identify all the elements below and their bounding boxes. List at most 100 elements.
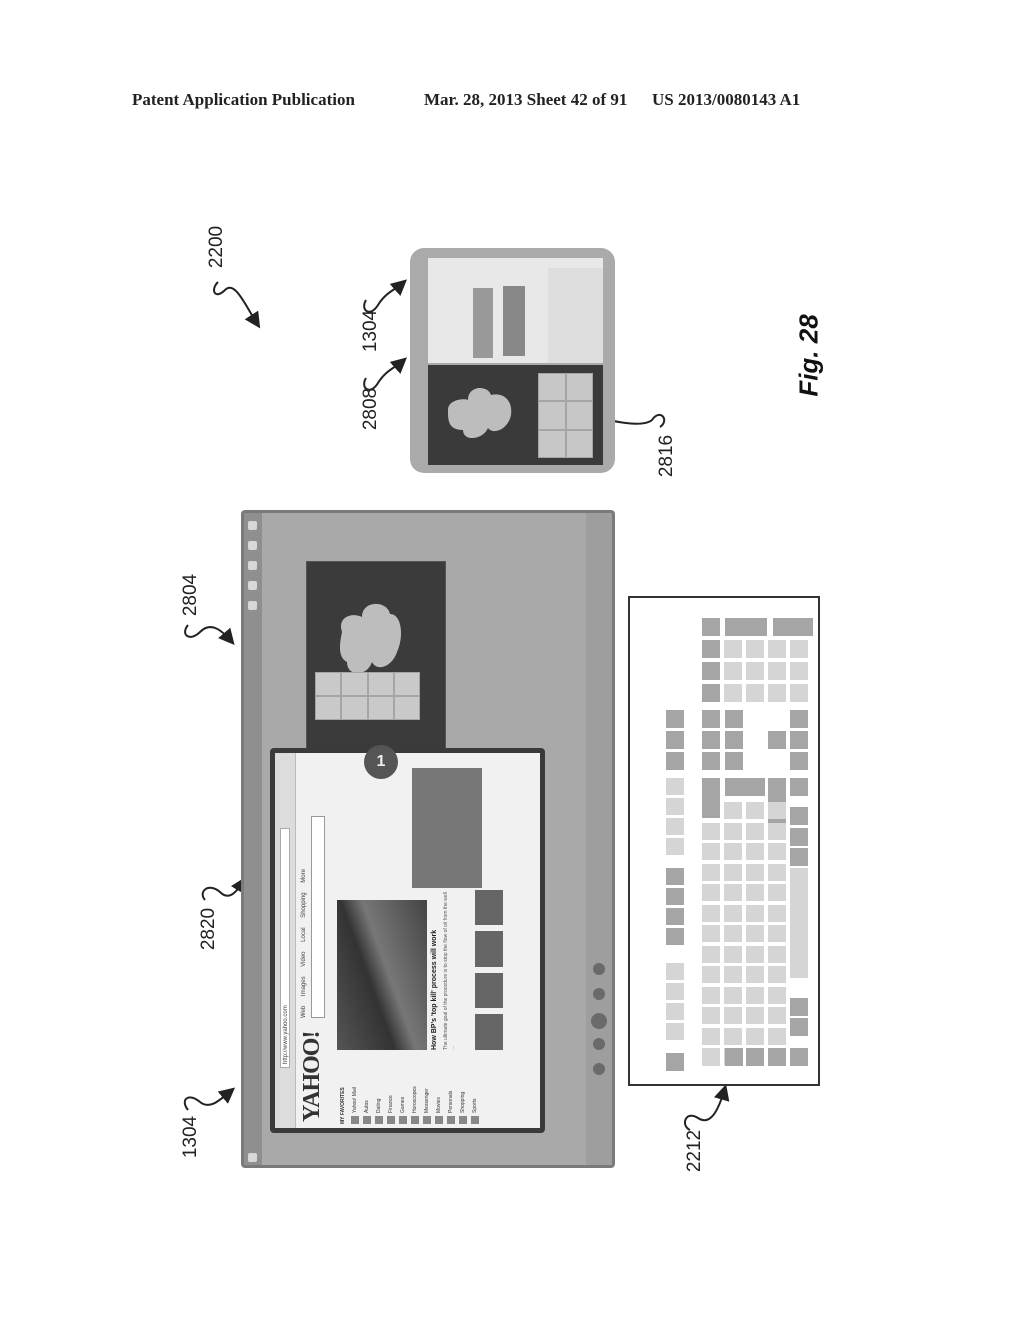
keyboard-key[interactable] <box>746 843 764 860</box>
nav-more[interactable]: More <box>301 869 307 883</box>
keyboard-key[interactable] <box>666 888 684 905</box>
keyboard-key[interactable] <box>790 662 808 680</box>
favorite-item[interactable]: Autos <box>361 1062 373 1124</box>
keyboard-key[interactable] <box>725 618 767 636</box>
keyboard-key[interactable] <box>666 928 684 945</box>
keyboard-key[interactable] <box>768 731 786 749</box>
keyboard-key[interactable] <box>768 904 786 922</box>
keyboard-key[interactable] <box>768 966 786 983</box>
keyboard-key[interactable] <box>724 684 742 702</box>
keyboard-key[interactable] <box>768 884 786 901</box>
favorite-item[interactable]: Games <box>397 1062 409 1124</box>
keyboard-key[interactable] <box>768 822 786 840</box>
keyboard-key[interactable] <box>725 710 743 728</box>
favorite-item[interactable]: Shopping <box>457 1062 469 1124</box>
small-keypad[interactable] <box>538 373 593 458</box>
keyboard-key[interactable] <box>790 848 808 866</box>
keyboard-key[interactable] <box>702 966 720 983</box>
keyboard-key[interactable] <box>790 1048 808 1066</box>
search-input[interactable] <box>311 816 325 1018</box>
keyboard-key[interactable] <box>746 986 764 1004</box>
keyboard-key[interactable] <box>725 1048 743 1066</box>
dock-icon[interactable] <box>593 963 605 975</box>
keyboard-key[interactable] <box>790 640 808 658</box>
news-headline[interactable]: How BP's 'top kill' process will work <box>431 890 438 1050</box>
caller-keypad[interactable] <box>315 672 420 720</box>
keyboard-key[interactable] <box>768 662 786 680</box>
keyboard-key[interactable] <box>724 904 742 922</box>
keyboard-key[interactable] <box>746 904 764 922</box>
keyboard-key[interactable] <box>725 731 743 749</box>
keyboard-key[interactable] <box>746 1027 764 1045</box>
keyboard-key[interactable] <box>724 822 742 840</box>
keyboard-key[interactable] <box>702 618 720 636</box>
favorite-item[interactable]: Personals <box>445 1062 457 1124</box>
keyboard-key[interactable] <box>768 802 786 819</box>
keyboard-key[interactable] <box>746 684 764 702</box>
keyboard-key[interactable] <box>702 986 720 1004</box>
keyboard-key[interactable] <box>666 838 684 855</box>
keyboard-key[interactable] <box>702 904 720 922</box>
favorite-item[interactable]: Movies <box>433 1062 445 1124</box>
keyboard-key[interactable] <box>702 1048 720 1066</box>
news-photo[interactable] <box>337 900 427 1050</box>
keyboard-key[interactable] <box>790 998 808 1016</box>
keyboard-key[interactable] <box>790 684 808 702</box>
keyboard-key[interactable] <box>768 1027 786 1045</box>
keyboard-key[interactable] <box>702 925 720 942</box>
ad-image[interactable] <box>412 768 482 888</box>
notification-badge[interactable]: 1 <box>364 745 398 779</box>
keyboard-key[interactable] <box>724 1027 742 1045</box>
phone-icon[interactable] <box>593 1038 605 1050</box>
keyboard-key[interactable] <box>768 925 786 942</box>
keyboard-key[interactable] <box>666 752 684 770</box>
nav-shopping[interactable]: Shopping <box>301 892 307 917</box>
keyboard-key[interactable] <box>702 684 720 702</box>
keyboard-key[interactable] <box>746 640 764 658</box>
keyboard-key[interactable] <box>790 807 808 825</box>
favorite-item[interactable]: Dating <box>373 1062 385 1124</box>
favorite-item[interactable]: Horoscopes <box>409 1062 421 1124</box>
keyboard-key[interactable] <box>666 868 684 885</box>
keyboard-key[interactable] <box>790 868 808 978</box>
keyboard-key[interactable] <box>725 752 743 770</box>
keyboard-key[interactable] <box>746 1007 764 1024</box>
dock-icon[interactable] <box>593 988 605 1000</box>
keyboard-key[interactable] <box>746 1048 764 1066</box>
keyboard-key[interactable] <box>724 640 742 658</box>
thumbnail[interactable] <box>475 1014 503 1050</box>
keyboard-key[interactable] <box>666 798 684 815</box>
favorite-item[interactable]: Finance <box>385 1062 397 1124</box>
keyboard-key[interactable] <box>768 945 786 963</box>
keyboard-key[interactable] <box>746 863 764 881</box>
dock-icon[interactable] <box>593 1063 605 1075</box>
keyboard-key[interactable] <box>702 945 720 963</box>
favorite-item[interactable]: Yahoo! Mail <box>349 1062 361 1124</box>
keyboard-key[interactable] <box>746 802 764 819</box>
favorite-item[interactable]: Messenger <box>421 1062 433 1124</box>
keyboard-key[interactable] <box>746 662 764 680</box>
keyboard-key[interactable] <box>702 778 720 818</box>
keyboard-key[interactable] <box>666 1053 684 1071</box>
thumbnail[interactable] <box>475 931 503 967</box>
keyboard-key[interactable] <box>702 710 720 728</box>
nav-images[interactable]: Images <box>301 976 307 996</box>
nav-local[interactable]: Local <box>301 927 307 941</box>
thumbnail[interactable] <box>475 973 503 1009</box>
keyboard-key[interactable] <box>724 802 742 819</box>
keyboard-key[interactable] <box>702 822 720 840</box>
keyboard-key[interactable] <box>702 640 720 658</box>
keyboard-key[interactable] <box>724 863 742 881</box>
keyboard-key[interactable] <box>746 822 764 840</box>
keyboard-key[interactable] <box>702 884 720 901</box>
keyboard-key[interactable] <box>666 983 684 1000</box>
keyboard-key[interactable] <box>746 884 764 901</box>
keyboard-key[interactable] <box>666 731 684 749</box>
keyboard-key[interactable] <box>768 684 786 702</box>
keyboard-key[interactable] <box>666 778 684 795</box>
keyboard-key[interactable] <box>746 966 764 983</box>
keyboard-key[interactable] <box>768 863 786 881</box>
keyboard-key[interactable] <box>724 945 742 963</box>
keyboard-key[interactable] <box>702 731 720 749</box>
keyboard-key[interactable] <box>702 1007 720 1024</box>
